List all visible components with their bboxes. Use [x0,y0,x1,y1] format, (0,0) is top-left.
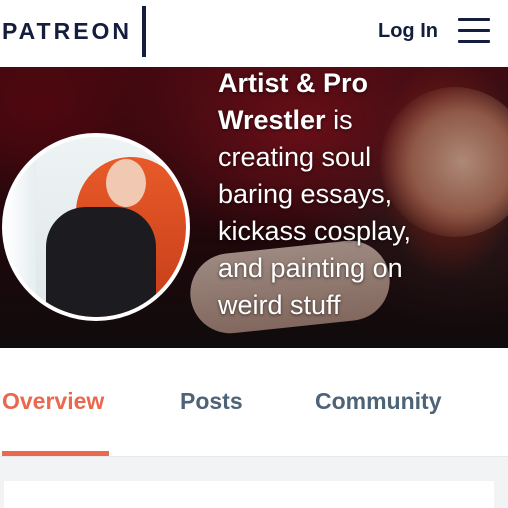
creator-name-line1: Artist & Pro [218,68,369,98]
creator-avatar[interactable] [2,133,190,321]
headline-line: Wrestler is [218,102,498,139]
top-navigation-bar: PATREON Log In [0,0,508,67]
hamburger-menu-icon[interactable] [458,18,492,44]
avatar-jacket [46,207,156,317]
avatar-face [106,159,146,207]
tab-overview[interactable]: Overview [2,388,104,415]
creator-name-line2: Wrestler [218,105,326,135]
menu-line [458,40,490,43]
login-link[interactable]: Log In [378,20,438,43]
creator-tabs: Overview Posts Community [0,348,508,458]
tab-posts[interactable]: Posts [180,388,243,415]
description-line: kickass cosplay, [218,216,412,246]
menu-line [458,18,490,21]
creator-cover-banner: Artist & Pro Wrestler is creating soul b… [0,67,508,348]
headline-line: Artist & Pro [218,67,498,102]
description-line: weird stuff [218,290,341,320]
content-card [4,481,494,508]
menu-line [458,29,490,32]
description-line: creating soul [218,142,372,172]
avatar-background [6,137,36,317]
description-line: baring essays, [218,179,393,209]
creator-headline: Artist & Pro Wrestler is creating soul b… [218,67,498,324]
is-text: is [325,105,353,135]
patreon-logo[interactable]: PATREON [2,18,132,45]
logo-divider-bar [142,6,146,57]
description-line: and painting on [218,253,403,283]
tab-community[interactable]: Community [315,388,442,415]
